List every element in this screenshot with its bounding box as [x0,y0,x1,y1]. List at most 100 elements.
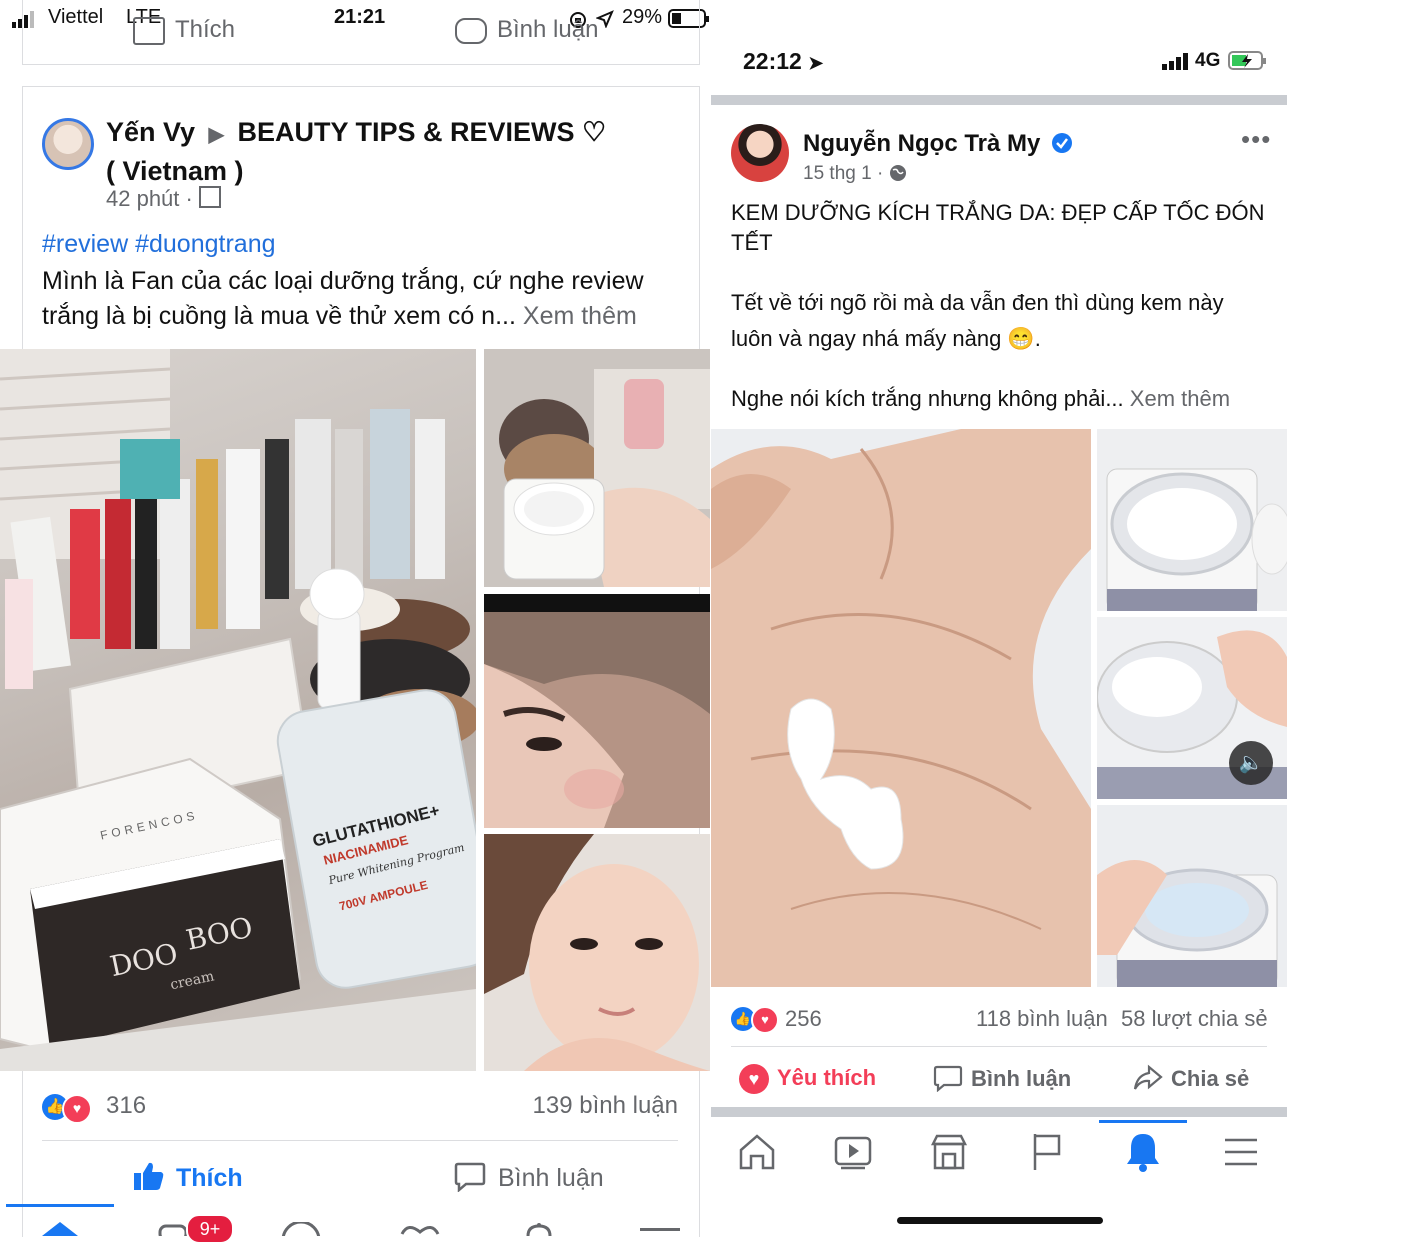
love-filled-icon: ♥ [739,1064,769,1094]
marketplace-icon[interactable] [927,1130,971,1174]
post-actions: Thích Bình luận [22,1150,698,1206]
share-arrow-icon [1133,1064,1163,1090]
pages-flag-icon[interactable] [1025,1130,1069,1174]
active-tab-indicator-right [1099,1120,1187,1123]
home-icon[interactable] [735,1130,779,1174]
divider-right [731,1046,1267,1047]
reactions-row: 👍 ♥ 316 139 bình luận [42,1090,678,1126]
arrow-right-icon: ▶ [208,124,224,146]
see-more-link-right[interactable]: Xem thêm [1130,386,1230,411]
love-reaction-icon: ♥ [62,1094,92,1124]
thumbnail-jar-scoop[interactable]: 🔈 [1097,617,1287,799]
active-tab-indicator [6,1204,114,1207]
author-name-right-text: Nguyễn Ngọc Trà My [803,130,1041,157]
main-product-photo[interactable]: GLUTATHIONE+ NIACINAMIDE Pure Whitening … [0,349,476,1071]
notifications-bell-icon[interactable] [522,1222,556,1236]
author-name-right[interactable]: Nguyễn Ngọc Trà My [803,130,1073,158]
notifications-bell-icon[interactable] [1121,1130,1165,1174]
comment-button[interactable]: Bình luận [454,1160,604,1193]
share-count-right[interactable]: 58 lượt chia sẻ [1121,1006,1268,1032]
thumbs-up-filled-icon [134,1162,164,1190]
thumb-r3-drawing [1097,805,1287,987]
prev-comment-label: Bình luận [497,16,599,43]
avatar[interactable] [42,118,94,170]
prev-like-button[interactable]: Thích [133,16,235,45]
group-name-line2[interactable]: ( Vietnam ) [106,156,244,186]
comment-button-right[interactable]: Bình luận [933,1064,1071,1092]
post-meta-right: 15 thg 1 · [803,163,907,185]
thumbnail-cream-swatch[interactable] [484,349,710,587]
separator-bar-bottom [711,1107,1287,1117]
post-para2-text: Nghe nói kích trắng nhưng không phải... [731,386,1124,411]
battery-charging-icon [1228,51,1266,70]
post-header: Yến Vy ▶ BEAUTY TIPS & REVIEWS ♡ ( Vietn… [106,114,666,189]
post-para1-line2: luôn và ngay nhá mấy nàng 😁. [731,326,1041,351]
thumbnail-face-front[interactable] [484,834,710,1071]
thumbnail-jar-lid[interactable] [1097,805,1287,987]
right-screenshot: 22:12 ➤ 4G Nguyễn Ngọc Trà My 15 thg 1 ·… [711,0,1287,1236]
verified-badge-icon [1052,133,1073,153]
prev-comment-button[interactable]: Bình luận [455,16,598,44]
thumb1-drawing [484,349,710,587]
location-arrow-icon: ➤ [808,53,824,73]
post-meta: 42 phút · [106,186,221,212]
post-time-right[interactable]: 15 thg 1 [803,163,872,184]
comment-bubble-icon [455,17,487,44]
hashtags[interactable]: #review #duongtrang [42,230,276,259]
more-options-icon[interactable]: ••• [1241,124,1271,155]
post-para2: Nghe nói kích trắng nhưng không phải... … [731,384,1281,414]
reaction-count-right[interactable]: 256 [785,1006,822,1032]
comment-count[interactable]: 139 bình luận [533,1092,678,1120]
groups-icon[interactable] [278,1222,324,1236]
product-photo-drawing: GLUTATHIONE+ NIACINAMIDE Pure Whitening … [0,349,476,1071]
author-name[interactable]: Yến Vy [106,117,195,147]
see-more-link[interactable]: Xem thêm [523,302,637,330]
like-button[interactable]: Thích [132,1160,243,1193]
group-name[interactable]: BEAUTY TIPS & REVIEWS ♡ [237,117,606,147]
post-time[interactable]: 42 phút [106,186,179,211]
separator-dot: · [185,186,199,211]
reaction-count[interactable]: 316 [106,1092,146,1120]
mute-video-icon[interactable]: 🔈 [1229,741,1273,785]
group-privacy-icon [198,186,221,208]
comment-label: Bình luận [498,1164,604,1192]
post-para1: Tết về tới ngõ rồi mà da vẫn đen thì dùn… [731,288,1277,360]
love-label: Yêu thích [777,1064,877,1090]
thumb3-drawing [484,834,710,1071]
thumb-r1-drawing [1097,429,1287,611]
cell-signal-icon [1162,53,1188,70]
comment-label-right: Bình luận [971,1066,1072,1091]
prev-like-label: Thích [175,16,236,43]
clock-right-text: 22:12 [743,48,802,74]
share-label: Chia sẻ [1171,1066,1250,1091]
thumbs-up-icon [133,16,165,45]
messenger-icon[interactable] [158,1222,188,1236]
post-para1-line1: Tết về tới ngõ rồi mà da vẫn đen thì dùn… [731,290,1224,315]
menu-icon[interactable] [640,1228,680,1231]
thumbnail-jar-open[interactable] [1097,429,1287,611]
separator-bar-top [711,95,1287,105]
like-label: Thích [176,1164,243,1192]
watch-icon[interactable] [831,1130,875,1174]
home-icon[interactable] [40,1220,80,1236]
hand-photo-drawing [711,429,1091,987]
dating-heart-icon[interactable] [398,1222,442,1236]
tab-bar-left: 9+ [0,1204,710,1244]
globe-public-icon [889,165,906,181]
right-margin [1288,0,1426,1236]
comment-count-right[interactable]: 118 bình luận [976,1006,1108,1032]
menu-icon[interactable] [1219,1130,1263,1174]
share-button[interactable]: Chia sẻ [1133,1064,1249,1092]
divider [42,1140,678,1141]
main-hand-photo[interactable] [711,429,1091,987]
love-button[interactable]: ♥ Yêu thích [739,1064,876,1094]
thumbnail-face-side[interactable] [484,594,710,828]
clock-right: 22:12 ➤ [743,48,823,75]
comment-bubble-icon [454,1162,486,1192]
love-reaction-icon-right: ♥ [751,1006,779,1034]
left-screenshot: Viettel LTE 21:21 29% Thích Bình luận Yế… [0,0,710,1244]
notification-badge: 9+ [186,1214,234,1244]
thumb2-drawing [484,594,710,828]
separator-dot: · [876,163,889,184]
avatar-right[interactable] [731,124,789,182]
